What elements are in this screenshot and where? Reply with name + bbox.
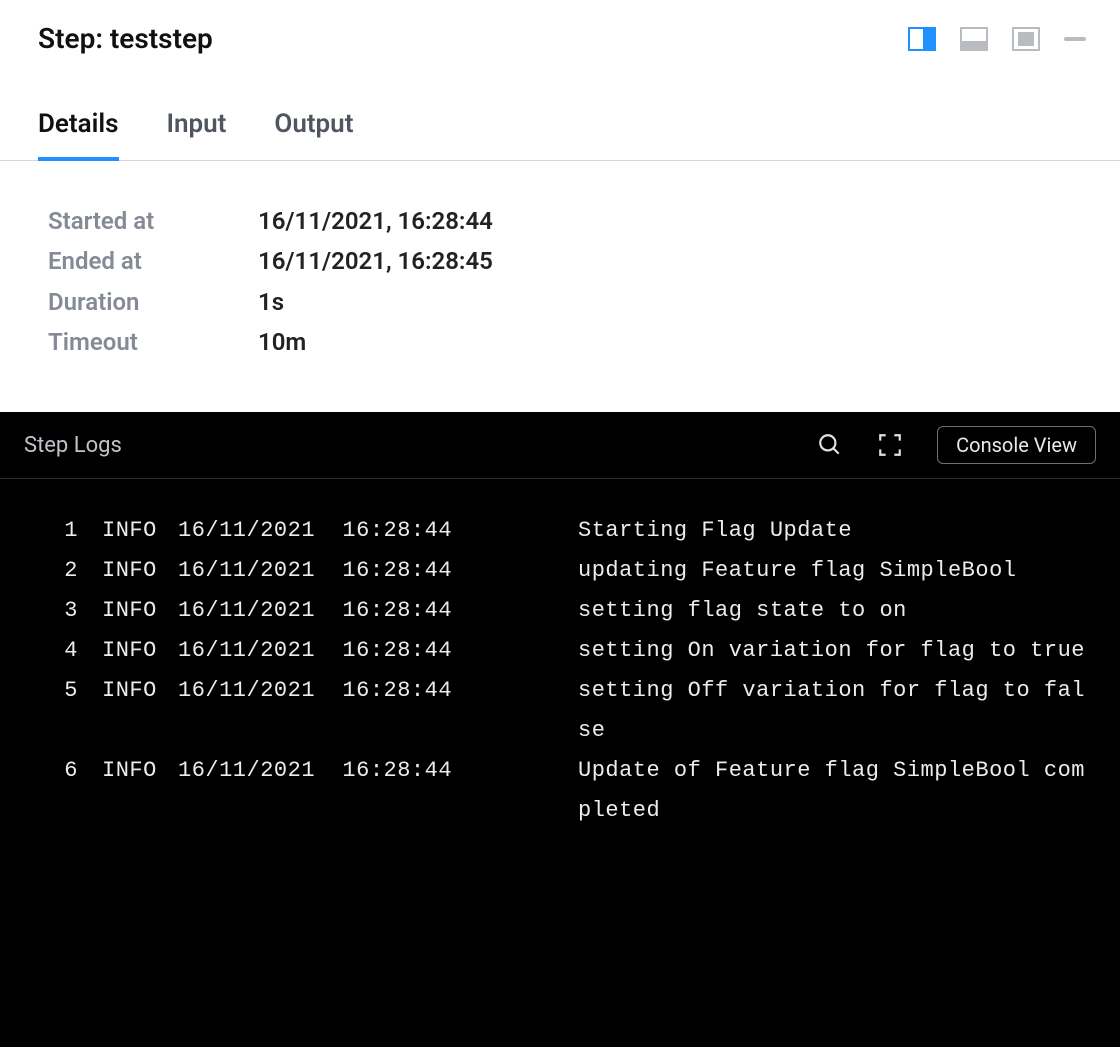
tab-input[interactable]: Input [167,109,227,161]
detail-row-duration: Duration 1s [48,282,1120,322]
log-line-number: 6 [40,751,78,831]
logs-panel: Step Logs Console View 1INFO16/11/2021 1… [0,412,1120,1047]
detail-value: 1s [258,282,284,322]
header-actions [908,27,1086,51]
panel-header: Step: teststep [0,0,1120,55]
log-timestamp: 16/11/2021 16:28:44 [178,591,578,631]
detail-row-timeout: Timeout 10m [48,322,1120,362]
logs-body: 1INFO16/11/2021 16:28:44Starting Flag Up… [0,479,1120,861]
log-line-number: 3 [40,591,78,631]
detail-label: Ended at [48,241,258,281]
layout-right-icon[interactable] [908,27,936,51]
log-level: INFO [78,671,178,751]
log-message: setting flag state to on [578,591,1090,631]
search-icon[interactable] [817,432,843,458]
logs-title: Step Logs [24,433,122,458]
log-line: 3INFO16/11/2021 16:28:44setting flag sta… [40,591,1090,631]
log-line: 5INFO16/11/2021 16:28:44setting Off vari… [40,671,1090,751]
tab-details[interactable]: Details [38,109,119,161]
log-message: updating Feature flag SimpleBool [578,551,1090,591]
fullscreen-icon[interactable] [877,432,903,458]
layout-bottom-icon[interactable] [960,27,988,51]
log-message: setting On variation for flag to true [578,631,1090,671]
log-line-number: 5 [40,671,78,751]
detail-value: 16/11/2021, 16:28:44 [258,201,493,241]
log-message: setting Off variation for flag to false [578,671,1090,751]
detail-label: Timeout [48,322,258,362]
detail-label: Duration [48,282,258,322]
log-line: 2INFO16/11/2021 16:28:44updating Feature… [40,551,1090,591]
tab-output[interactable]: Output [274,109,353,161]
log-level: INFO [78,631,178,671]
layout-float-icon[interactable] [1012,27,1040,51]
detail-label: Started at [48,201,258,241]
console-view-button[interactable]: Console View [937,426,1096,464]
details-panel: Started at 16/11/2021, 16:28:44 Ended at… [0,161,1120,412]
detail-value: 16/11/2021, 16:28:45 [258,241,493,281]
log-timestamp: 16/11/2021 16:28:44 [178,751,578,831]
logs-header: Step Logs Console View [0,412,1120,479]
log-message: Starting Flag Update [578,511,1090,551]
log-timestamp: 16/11/2021 16:28:44 [178,551,578,591]
log-timestamp: 16/11/2021 16:28:44 [178,511,578,551]
log-line-number: 2 [40,551,78,591]
log-timestamp: 16/11/2021 16:28:44 [178,671,578,751]
log-line: 4INFO16/11/2021 16:28:44setting On varia… [40,631,1090,671]
log-level: INFO [78,551,178,591]
minimize-icon[interactable] [1064,37,1086,41]
detail-row-ended: Ended at 16/11/2021, 16:28:45 [48,241,1120,281]
log-message: Update of Feature flag SimpleBool comple… [578,751,1090,831]
log-timestamp: 16/11/2021 16:28:44 [178,631,578,671]
log-line: 1INFO16/11/2021 16:28:44Starting Flag Up… [40,511,1090,551]
logs-actions: Console View [817,426,1096,464]
detail-value: 10m [258,322,306,362]
detail-row-started: Started at 16/11/2021, 16:28:44 [48,201,1120,241]
log-line-number: 1 [40,511,78,551]
tab-bar: Details Input Output [0,55,1120,161]
log-level: INFO [78,511,178,551]
log-level: INFO [78,751,178,831]
page-title: Step: teststep [38,22,213,55]
log-line-number: 4 [40,631,78,671]
log-line: 6INFO16/11/2021 16:28:44Update of Featur… [40,751,1090,831]
log-level: INFO [78,591,178,631]
